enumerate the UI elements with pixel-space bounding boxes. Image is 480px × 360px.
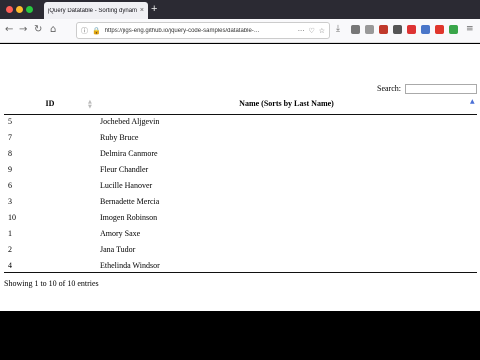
bookmark-star-icon[interactable]: ☆	[319, 27, 325, 35]
cell-id: 7	[8, 133, 12, 142]
table-row: 4 Ethelinda Windsor	[4, 257, 477, 273]
table-footer	[4, 272, 477, 273]
cell-name: Amory Saxe	[100, 229, 141, 238]
search-label: Search:	[377, 84, 401, 93]
cell-id: 9	[8, 165, 12, 174]
table-row: 10 Imogen Robinson	[4, 209, 477, 225]
back-button[interactable]: ←	[5, 24, 13, 35]
table-info: Showing 1 to 10 of 10 entries	[4, 279, 99, 288]
table-row: 9 Fleur Chandler	[4, 161, 477, 177]
cell-name: Ruby Bruce	[100, 133, 139, 142]
extension-icon[interactable]	[421, 25, 430, 34]
table-row: 2 Jana Tudor	[4, 241, 477, 257]
table-row: 1 Amory Saxe	[4, 225, 477, 241]
library-icon[interactable]	[351, 25, 360, 34]
cell-name: Jochebed Aljgevin	[100, 117, 160, 126]
table-row: 5 Jochebed Aljgevin	[4, 113, 477, 129]
maximize-window-button[interactable]	[26, 6, 33, 13]
tab-active[interactable]: jQuery Datatable - Sorting dynamic ×	[44, 2, 148, 19]
table-row: 7 Ruby Bruce	[4, 129, 477, 145]
lock-icon: 🔒	[92, 26, 101, 35]
cell-name: Bernadette Mercia	[100, 197, 160, 206]
extension-icon[interactable]	[393, 25, 402, 34]
cell-name: Delmira Canmore	[100, 149, 158, 158]
cell-name: Fleur Chandler	[100, 165, 149, 174]
cell-id: 10	[8, 213, 16, 222]
address-bar[interactable]: ⓘ 🔒 https://jigs-eng.github.io/jquery-co…	[76, 22, 330, 39]
cell-id: 5	[8, 117, 12, 126]
cell-name: Jana Tudor	[100, 245, 136, 254]
cell-id: 4	[8, 261, 12, 270]
close-window-button[interactable]	[6, 6, 13, 13]
extension-icon[interactable]	[379, 25, 388, 34]
extension-icon[interactable]	[407, 25, 416, 34]
sidebar-icon[interactable]	[365, 25, 374, 34]
search-input[interactable]	[405, 84, 477, 94]
sort-asc-icon[interactable]: ▲	[470, 98, 475, 105]
tab-close-icon[interactable]: ×	[140, 7, 144, 14]
info-icon: ⓘ	[81, 26, 88, 35]
cell-name: Ethelinda Windsor	[100, 261, 160, 270]
table-row: 3 Bernadette Mercia	[4, 193, 477, 209]
cell-id: 3	[8, 197, 12, 206]
page-actions-icon[interactable]: ···	[298, 27, 305, 35]
new-tab-button[interactable]: +	[151, 3, 157, 15]
cell-id: 2	[8, 245, 12, 254]
cell-name: Imogen Robinson	[100, 213, 158, 222]
url-text: https://jigs-eng.github.io/jquery-code-s…	[104, 27, 260, 34]
column-header-name[interactable]: Name (Sorts by Last Name)	[96, 99, 477, 108]
table-row: 6 Lucille Hanover	[4, 177, 477, 193]
sort-both-icon[interactable]: ▲ ▼	[88, 100, 92, 110]
nav-bar: ← → ↻ ⌂ ⓘ 🔒 https://jigs-eng.github.io/j…	[0, 19, 480, 43]
cell-id: 1	[8, 229, 12, 238]
cell-id: 8	[8, 149, 12, 158]
home-button[interactable]: ⌂	[50, 24, 56, 35]
tab-title: jQuery Datatable - Sorting dynamic	[48, 7, 137, 14]
cell-name: Lucille Hanover	[100, 181, 153, 190]
download-icon[interactable]: ⤓	[336, 24, 340, 34]
tab-bar: jQuery Datatable - Sorting dynamic × +	[0, 0, 480, 19]
menu-icon[interactable]: ≡	[466, 24, 474, 34]
extension-icon[interactable]	[435, 25, 444, 34]
extension-icon[interactable]	[449, 25, 458, 34]
reload-button[interactable]: ↻	[34, 24, 42, 35]
pocket-icon[interactable]: ♡	[308, 27, 314, 35]
table-row: 8 Delmira Canmore	[4, 145, 477, 161]
forward-button[interactable]: →	[19, 24, 27, 35]
cell-id: 6	[8, 181, 12, 190]
column-header-id[interactable]: ID	[4, 99, 96, 108]
minimize-window-button[interactable]	[16, 6, 23, 13]
